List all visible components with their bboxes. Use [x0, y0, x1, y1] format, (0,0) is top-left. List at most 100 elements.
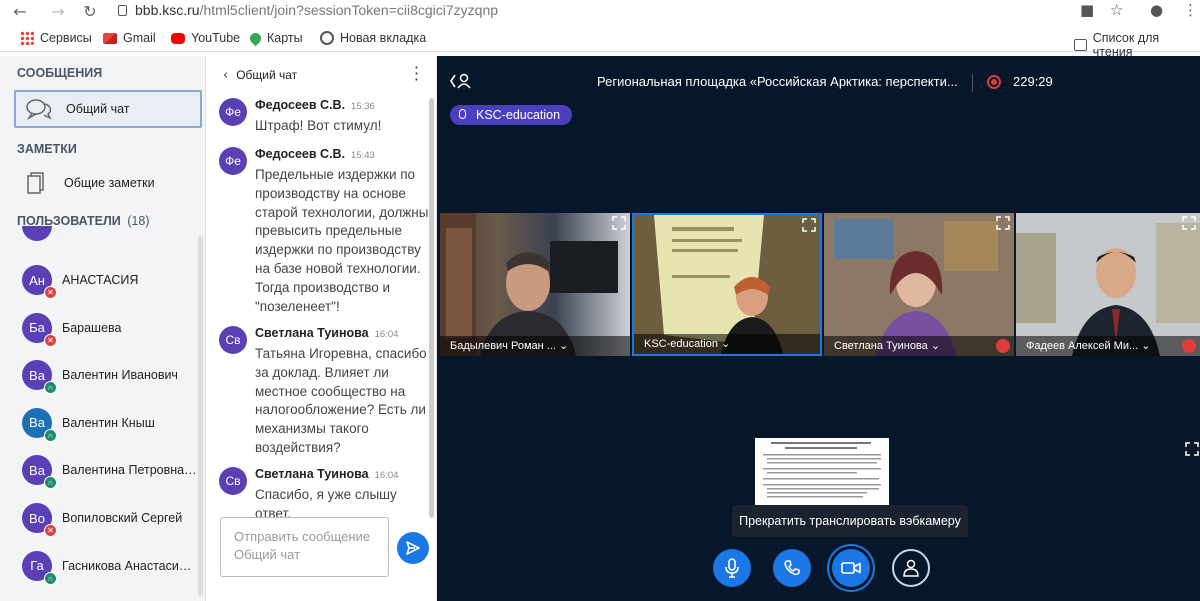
- meeting-area: Региональная площадка «Российская Арктик…: [437, 56, 1200, 601]
- message-time: 15:36: [351, 101, 375, 112]
- expand-icon[interactable]: [1182, 216, 1196, 230]
- back-arrow-icon[interactable]: ←: [8, 2, 32, 21]
- bookmark-gmail[interactable]: Gmail: [103, 31, 156, 45]
- muted-mic-icon: [1182, 339, 1196, 353]
- avatar: Св: [219, 467, 247, 495]
- webcam-feed: [1016, 213, 1200, 356]
- address-bar[interactable]: bbb.ksc.ru/html5client/join?sessionToken…: [118, 2, 498, 18]
- tile-label: Бадылевич Роман ... ⌄: [440, 336, 630, 356]
- bookmark-label: Gmail: [123, 31, 156, 45]
- user-item[interactable]: Га ∩ Гасникова Анастасия ...: [0, 543, 200, 589]
- reading-list[interactable]: Список для чтения: [1074, 31, 1200, 59]
- chevron-left-icon[interactable]: ‹: [223, 68, 228, 83]
- webcam-button[interactable]: [832, 549, 870, 587]
- message-time: 16:04: [374, 470, 399, 481]
- video-tile-active[interactable]: KSC-education ⌄: [632, 213, 822, 356]
- microphone-button[interactable]: [713, 549, 751, 587]
- user-item-partial[interactable]: [0, 226, 200, 250]
- message-text: Предельные издержки по производству на о…: [255, 167, 429, 314]
- headset-icon: ∩: [44, 381, 57, 395]
- more-options-icon[interactable]: · · ·: [414, 60, 419, 88]
- message-author: Федосеев С.В.: [255, 98, 346, 112]
- video-tile[interactable]: Фадеев Алексей Ми... ⌄: [1016, 213, 1200, 356]
- bookmark-label: Новая вкладка: [340, 31, 427, 45]
- tile-name: Бадылевич Роман ...: [450, 340, 556, 352]
- message-author: Светлана Туинова: [255, 326, 369, 340]
- chat-title: Общий чат: [236, 68, 298, 82]
- avatar-initials: Ан: [29, 272, 45, 288]
- microphone-icon: [459, 109, 466, 119]
- camera-indicator-icon[interactable]: ■: [1080, 1, 1094, 19]
- user-item[interactable]: Ва ∩ Валентин Кныш: [0, 400, 200, 446]
- bookmark-youtube[interactable]: YouTube: [171, 31, 240, 45]
- avatar: Фе: [219, 98, 247, 126]
- presenter-button[interactable]: [892, 549, 930, 587]
- message-author: Федосеев С.В.: [255, 147, 346, 161]
- star-icon[interactable]: ☆: [1110, 1, 1123, 19]
- webcam-tooltip: Прекратить транслировать вэбкамеру: [732, 505, 968, 537]
- muted-mic-icon: ✕: [44, 286, 57, 299]
- avatar: Фе: [219, 147, 247, 175]
- reload-icon[interactable]: ↻: [78, 2, 102, 21]
- phone-button[interactable]: [773, 549, 811, 587]
- user-item[interactable]: Ва ∩ Валентина Петровна П.: [0, 447, 200, 493]
- user-item[interactable]: Ан ✕ АНАСТАСИЯ: [0, 257, 200, 303]
- bookmarks-bar: Сервисы Gmail YouTube Карты Новая вкладк…: [0, 26, 1200, 59]
- user-item[interactable]: Во ✕ Вопиловский Сергей: [0, 495, 200, 541]
- expand-icon[interactable]: [996, 216, 1010, 230]
- avatar: Во ✕: [22, 503, 57, 537]
- fullscreen-icon[interactable]: [1185, 442, 1199, 459]
- send-arrow-icon: [406, 541, 420, 555]
- tile-label: Фадеев Алексей Ми... ⌄: [1016, 336, 1200, 356]
- avatar: [22, 226, 52, 241]
- user-item[interactable]: Ва ∩ Валентин Иванович: [0, 352, 200, 398]
- recording-time: 229:29: [1013, 74, 1053, 89]
- tile-name: KSC-education: [644, 338, 718, 350]
- user-name: Вопиловский Сергей: [62, 511, 183, 525]
- expand-icon[interactable]: [612, 216, 626, 230]
- video-camera-icon: [841, 562, 861, 574]
- notes-header: ЗАМЕТКИ: [17, 142, 77, 156]
- url-path: /html5client/join?sessionToken=cii8cgici…: [199, 2, 499, 18]
- message-header: Светлана Туинова 16:04: [255, 467, 398, 481]
- message-time: 15:43: [351, 150, 375, 161]
- expand-icon[interactable]: [802, 218, 816, 232]
- forward-arrow-icon[interactable]: →: [46, 2, 70, 21]
- recording-icon[interactable]: [987, 75, 1001, 89]
- user-presenter-icon: [903, 559, 919, 577]
- profile-icon[interactable]: ●: [1150, 1, 1163, 19]
- user-item[interactable]: Ба ✕ Барашева: [0, 305, 200, 351]
- url-host: bbb.ksc.ru: [135, 2, 200, 18]
- users-scrollbar[interactable]: [198, 236, 203, 596]
- chat-input[interactable]: Отправить сообщение Общий чат: [220, 517, 389, 577]
- chat-bubbles-icon: [24, 98, 52, 121]
- toggle-users-icon[interactable]: [450, 72, 472, 90]
- tile-name: Светлана Туинова: [834, 340, 928, 352]
- bookmark-new-tab[interactable]: Новая вкладка: [320, 31, 426, 45]
- muted-mic-icon: ✕: [44, 333, 57, 347]
- tile-name: Фадеев Алексей Ми...: [1026, 340, 1139, 352]
- send-button[interactable]: [397, 532, 429, 564]
- video-tile[interactable]: Бадылевич Роман ... ⌄: [440, 213, 630, 356]
- lock-icon: [118, 5, 127, 16]
- bookmark-maps[interactable]: Карты: [247, 30, 303, 46]
- avatar: Ан ✕: [22, 265, 57, 299]
- video-tile[interactable]: Светлана Туинова ⌄: [824, 213, 1014, 356]
- headset-icon: ∩: [44, 571, 57, 585]
- user-sidebar: СООБЩЕНИЯ Общий чат ЗАМЕТКИ Общие заметк…: [0, 56, 206, 601]
- presentation-slide[interactable]: [755, 438, 889, 508]
- chat-scrollbar[interactable]: [429, 98, 434, 518]
- bookmark-services[interactable]: Сервисы: [20, 31, 92, 45]
- browser-toolbar: ← → ↻ bbb.ksc.ru/html5client/join?sessio…: [0, 0, 1200, 24]
- microphone-icon: [725, 558, 739, 578]
- avatar-initials: Св: [225, 474, 241, 488]
- menu-icon[interactable]: ⋮: [1183, 1, 1198, 19]
- public-chat-item[interactable]: Общий чат: [14, 90, 202, 128]
- chat-panel: ‹ Общий чат · · · Фе Федосеев С.В. 15:36 Штра…: [207, 56, 437, 601]
- avatar: Ва ∩: [22, 407, 57, 442]
- message-author: Светлана Туинова: [255, 467, 369, 481]
- shared-notes-item[interactable]: Общие заметки: [14, 164, 202, 202]
- maps-pin-icon: [247, 30, 264, 46]
- message-header: Федосеев С.В. 15:43: [255, 147, 375, 161]
- message-time: 16:04: [374, 329, 399, 340]
